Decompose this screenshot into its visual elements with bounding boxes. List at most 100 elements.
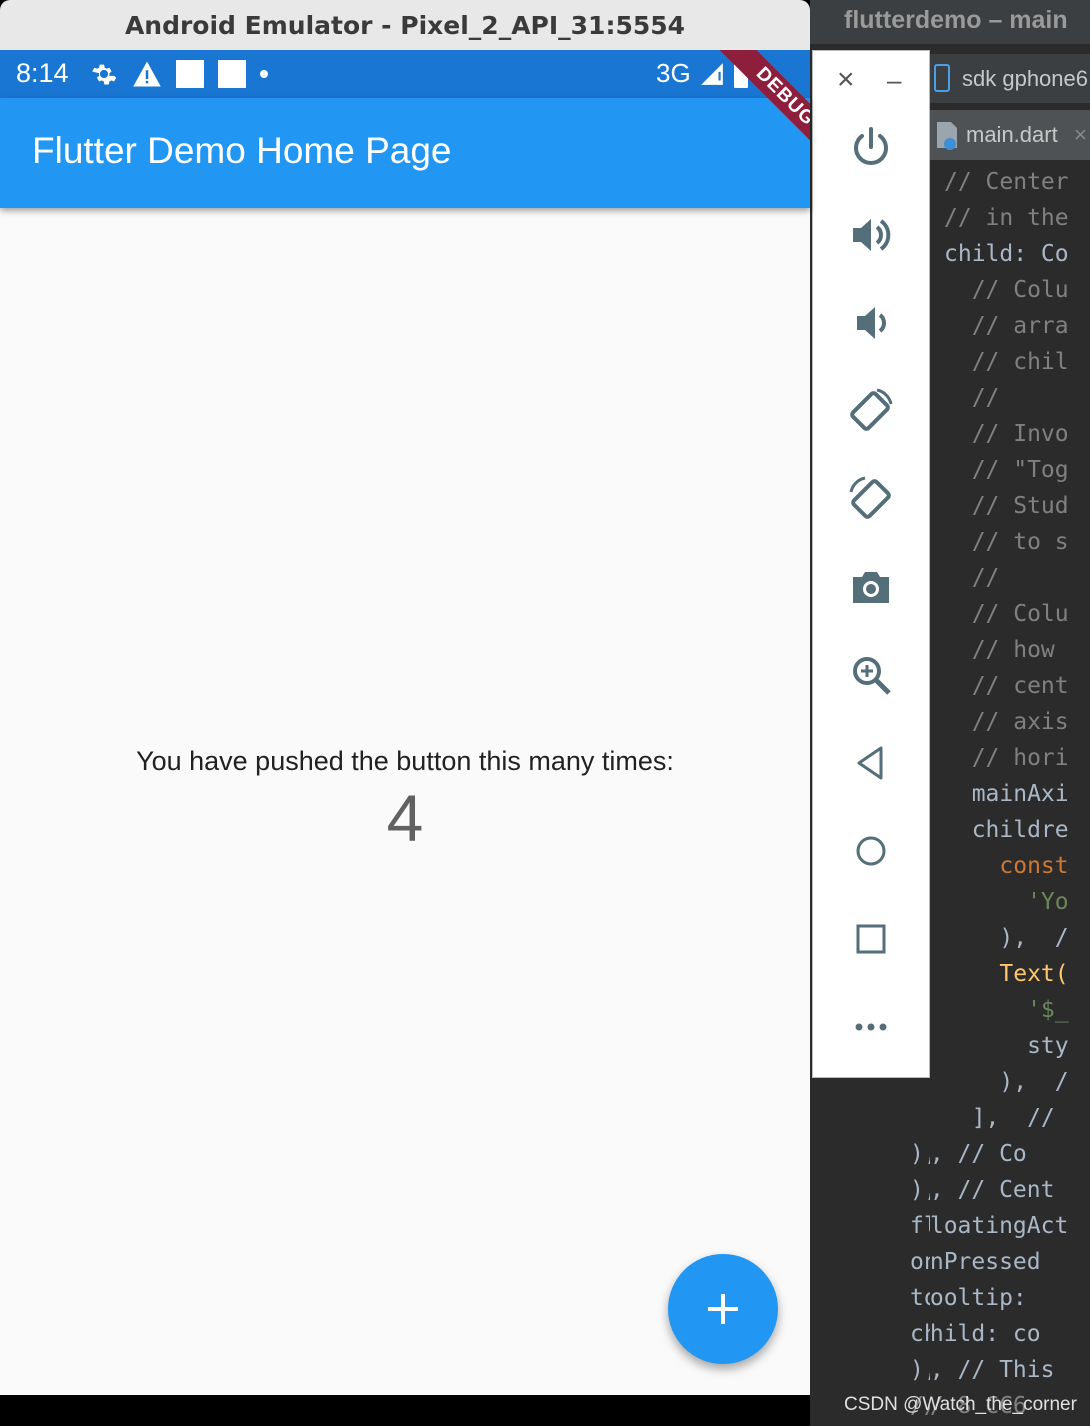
ide-device-tab[interactable]: sdk gphone6 xyxy=(930,54,1090,104)
code-line: ), / xyxy=(944,925,1069,951)
code-line: mainAxi xyxy=(944,781,1069,807)
status-network-type: 3G xyxy=(656,58,691,88)
code-line: // Invo xyxy=(944,421,1069,447)
code-line: ], // xyxy=(910,1100,930,1136)
code-line: onPressed xyxy=(930,1249,1041,1275)
ide-file-tab-label: main.dart xyxy=(966,122,1058,147)
zoom-in-icon xyxy=(853,657,891,695)
android-nav-bar xyxy=(0,1395,810,1426)
code-line: // xyxy=(944,385,1000,411)
code-line: // axis xyxy=(944,709,1069,735)
home-icon xyxy=(856,836,886,866)
code-editor-gutter: ], // ), // Co ), // Cent floatingAct onPres… xyxy=(810,1078,930,1426)
rotate-left-button[interactable] xyxy=(843,383,899,439)
code-line: // "Tog xyxy=(944,457,1069,483)
screenshot-button[interactable] xyxy=(843,559,899,615)
debug-banner: DEBUG xyxy=(690,50,810,170)
code-line: sty xyxy=(944,1033,1069,1059)
code-line: '$_ xyxy=(944,997,1069,1023)
ide-titlebar: flutterdemo – main xyxy=(810,0,1090,44)
code-editor[interactable]: // Center // in the child: Co // Colu // a… xyxy=(930,164,1090,1426)
emulator-window: Android Emulator - Pixel_2_API_31:5554 8… xyxy=(0,0,810,1426)
code-line: // xyxy=(944,565,1000,591)
emulator-window-title: Android Emulator - Pixel_2_API_31:5554 xyxy=(124,10,686,40)
plus-icon xyxy=(708,1294,738,1324)
counter-value: 4 xyxy=(386,781,424,855)
home-button[interactable] xyxy=(843,823,899,879)
code-line: ), // This xyxy=(910,1357,930,1383)
watermark: CSDN @Watch_the_corner xyxy=(844,1394,1077,1415)
emulator-toolbar: × – xyxy=(812,50,930,1078)
dart-file-icon xyxy=(937,122,957,150)
code-line: Text( xyxy=(944,961,1069,987)
increment-fab-button[interactable] xyxy=(668,1254,778,1364)
volume-up-button[interactable] xyxy=(843,207,899,263)
close-tab-icon[interactable]: × xyxy=(1074,122,1087,148)
code-line: // to s xyxy=(944,529,1069,555)
code-line: // Colu xyxy=(944,277,1069,303)
code-line: child: Co xyxy=(944,241,1069,267)
code-line: // Center xyxy=(944,169,1069,195)
rotate-right-icon xyxy=(849,476,891,519)
code-line: const xyxy=(944,853,1069,879)
code-line: // how xyxy=(944,637,1055,663)
ide-title: flutterdemo – main xyxy=(844,6,1068,34)
more-notifications-dot-icon xyxy=(260,70,268,78)
warning-icon xyxy=(133,61,161,87)
more-button[interactable] xyxy=(843,999,899,1055)
back-icon xyxy=(857,746,883,780)
minimize-icon[interactable]: – xyxy=(887,65,901,95)
notification-square-icon xyxy=(176,60,204,88)
overview-icon xyxy=(856,924,886,954)
ide-device-tab-label: sdk gphone6 xyxy=(962,66,1088,91)
code-line: ), // This xyxy=(930,1357,1055,1383)
rotate-left-icon xyxy=(850,388,893,431)
code-line: floatingAct xyxy=(910,1213,930,1239)
volume-up-icon xyxy=(853,219,891,251)
phone-icon xyxy=(934,64,950,92)
zoom-button[interactable] xyxy=(843,647,899,703)
code-line: tooltip: xyxy=(910,1285,930,1311)
power-icon xyxy=(854,127,888,165)
code-line: floatingAct xyxy=(930,1213,1069,1239)
code-line: ), / xyxy=(944,1069,1069,1095)
ide-file-tab[interactable]: main.dart × xyxy=(930,110,1090,160)
code-line: onPressed xyxy=(910,1249,930,1275)
code-line: ), // Co xyxy=(930,1141,1027,1167)
code-line: // cent xyxy=(944,673,1069,699)
code-line: 'Yo xyxy=(944,889,1069,915)
overview-button[interactable] xyxy=(843,911,899,967)
code-line: // hori xyxy=(944,745,1069,771)
rotate-right-button[interactable] xyxy=(843,471,899,527)
code-line: ), // Co xyxy=(910,1141,930,1167)
volume-down-button[interactable] xyxy=(843,295,899,351)
code-line: tooltip: xyxy=(930,1285,1027,1311)
code-line: ), // Cent xyxy=(930,1177,1055,1203)
app-body: You have pushed the button this many tim… xyxy=(0,208,810,1395)
code-line: // in the xyxy=(944,205,1069,231)
code-line: // chil xyxy=(944,349,1069,375)
back-button[interactable] xyxy=(843,735,899,791)
camera-icon xyxy=(853,572,889,603)
code-line: child: co xyxy=(910,1321,930,1347)
settings-gear-icon xyxy=(92,64,117,85)
close-toolbar-icon[interactable]: × xyxy=(837,65,855,95)
code-line: childre xyxy=(944,817,1069,843)
code-line: // Stud xyxy=(944,493,1069,519)
android-status-bar: 8:14 3G xyxy=(0,50,810,98)
debug-banner-label: DEBUG xyxy=(715,50,810,167)
code-line: ], // xyxy=(944,1105,1055,1131)
volume-down-icon xyxy=(857,307,886,339)
power-button[interactable] xyxy=(843,119,899,175)
emulator-titlebar: Android Emulator - Pixel_2_API_31:5554 xyxy=(0,0,810,50)
counter-message: You have pushed the button this many tim… xyxy=(136,746,674,776)
code-line: child: co xyxy=(930,1321,1041,1347)
notification-square-icon xyxy=(218,60,246,88)
code-line: // arra xyxy=(944,313,1069,339)
status-time: 8:14 xyxy=(16,58,69,88)
app-bar-title: Flutter Demo Home Page xyxy=(32,130,452,171)
more-icon xyxy=(855,1023,887,1031)
app-bar: Flutter Demo Home Page xyxy=(0,98,810,208)
code-line: // Colu xyxy=(944,601,1069,627)
code-line: ), // Cent xyxy=(910,1177,930,1203)
